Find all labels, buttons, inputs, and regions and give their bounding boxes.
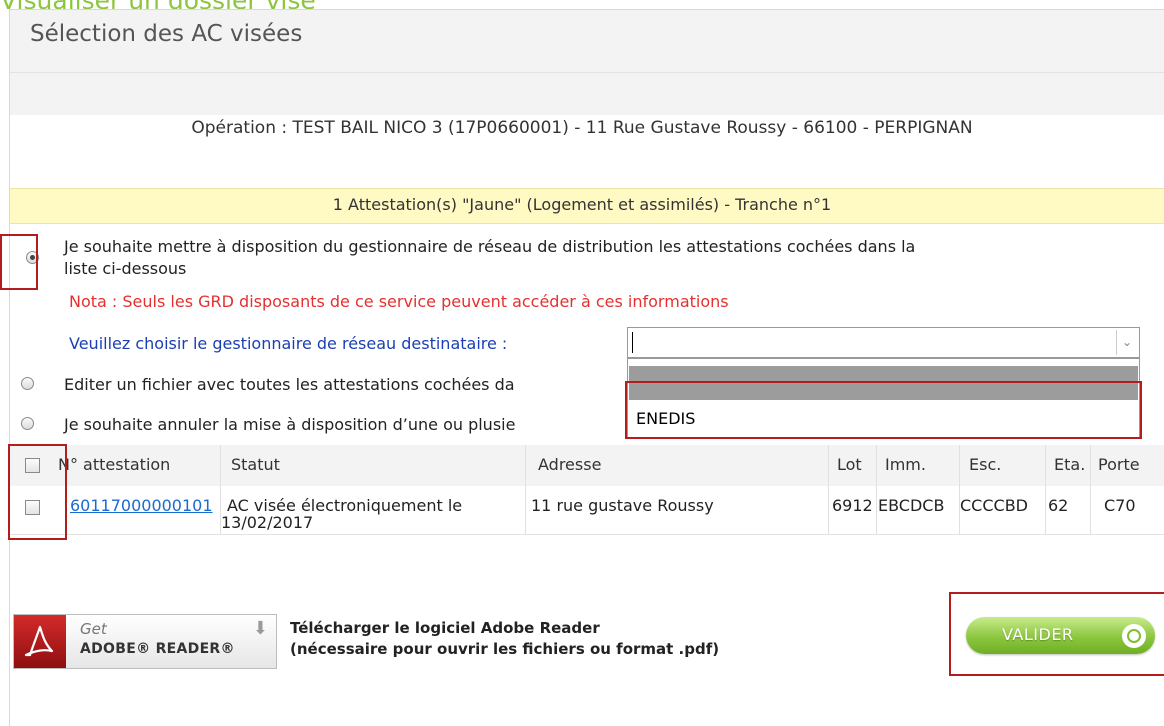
download-adobe-note: (nécessaire pour ouvrir les fichiers ou … (290, 640, 720, 658)
option-mise-a-disposition-label-2: liste ci-dessous (64, 259, 187, 278)
row-statut-date: 13/02/2017 (221, 513, 314, 532)
option-editer-fichier-label: Editer un fichier avec toutes les attest… (64, 375, 515, 394)
row-esc: CCCCBD (960, 496, 1028, 515)
col-divider (1090, 445, 1091, 534)
annotation-box-checkboxes (8, 444, 67, 540)
row-adresse: 11 rue gustave Roussy (531, 496, 714, 515)
row-lot: 6912 (832, 496, 873, 515)
col-header-imm[interactable]: Imm. (885, 455, 926, 474)
option-annuler-label: Je souhaite annuler la mise à dispositio… (64, 415, 516, 434)
col-header-statut[interactable]: Statut (231, 455, 280, 474)
col-divider (525, 445, 526, 534)
col-header-lot[interactable]: Lot (837, 455, 862, 474)
attestation-summary: 1 Attestation(s) "Jaune" (Logement et as… (332, 195, 832, 214)
chevron-down-icon[interactable]: ⌄ (1116, 330, 1137, 355)
col-divider (959, 445, 960, 534)
adobe-reader-text: ADOBE® READER® (80, 641, 235, 657)
row-eta: 62 (1048, 496, 1069, 515)
radio-editer-fichier[interactable] (21, 377, 34, 390)
adobe-get-text: Get (80, 620, 107, 638)
gestionnaire-select-label: Veuillez choisir le gestionnaire de rése… (69, 334, 508, 353)
col-header-esc[interactable]: Esc. (969, 455, 1001, 474)
header-band (10, 73, 1164, 115)
col-divider (876, 445, 877, 534)
section-title: Sélection des AC visées (30, 21, 303, 47)
download-arrow-icon: ⬇ (252, 618, 268, 639)
adobe-reader-badge[interactable]: Get ADOBE® READER® ⬇ (13, 614, 277, 669)
col-header-eta[interactable]: Eta. (1054, 455, 1085, 474)
row-imm: EBCDCB (878, 496, 945, 515)
download-adobe-text: Télécharger le logiciel Adobe Reader (290, 619, 600, 637)
option-mise-a-disposition-label: Je souhaite mettre à disposition du gest… (64, 237, 916, 256)
attestation-number-link[interactable]: 60117000000101 (70, 497, 213, 515)
radio-annuler-mise-a-disposition[interactable] (21, 417, 34, 430)
adobe-logo-icon (14, 615, 66, 668)
annotation-box-valider (949, 592, 1164, 676)
col-divider (1045, 445, 1046, 534)
nota-text: Nota : Seuls les GRD disposants de ce se… (69, 292, 729, 311)
col-header-porte[interactable]: Porte (1098, 455, 1140, 474)
col-header-numero[interactable]: N° attestation (58, 455, 170, 474)
operation-info: Opération : TEST BAIL NICO 3 (17P0660001… (191, 118, 973, 138)
col-divider (828, 445, 829, 534)
annotation-box-radio (0, 234, 38, 290)
annotation-box-dropdown (625, 381, 1142, 439)
row-porte: C70 (1104, 496, 1136, 515)
gestionnaire-select[interactable]: ⌄ (627, 327, 1140, 358)
table-bottom-border (10, 534, 1164, 535)
col-header-adresse[interactable]: Adresse (538, 455, 601, 474)
text-cursor (632, 332, 633, 353)
